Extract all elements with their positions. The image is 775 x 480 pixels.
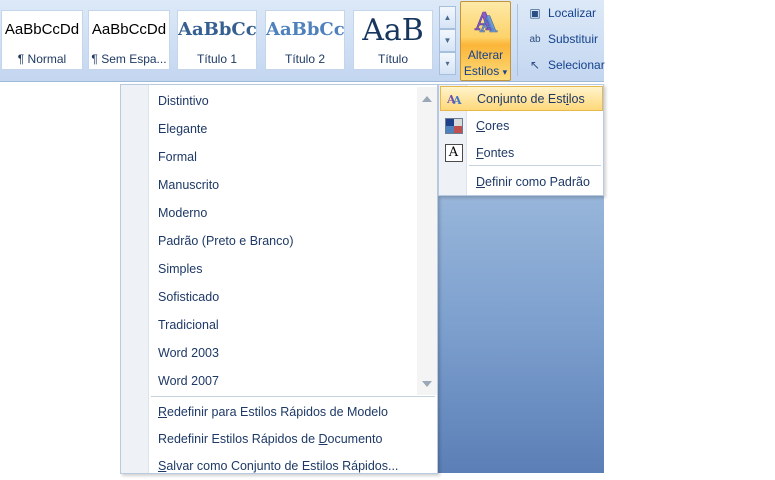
dropdown-arrow-icon: ▾ [502,67,508,77]
alterar-estilos-submenu: AA Conjunto de Estilos Cores A Fontes De… [438,84,604,196]
gallery-more-icon[interactable]: ▾ [439,52,456,75]
cursor-icon: ↖ [529,58,541,72]
alterar-label: Alterar [467,48,504,62]
colors-icon [440,113,467,138]
style-name: Título 1 [196,52,238,66]
menu-separator [151,396,435,397]
ribbon-separator [517,4,518,76]
fonts-icon: A [440,140,467,165]
localizar-button[interactable]: ▣ Localizar [526,3,596,23]
style-action-item[interactable]: Redefinir para Estilos Rápidos de Modelo [158,399,398,426]
quick-style-normal[interactable]: AaBbCcDd ¶ Normal [1,10,83,70]
style-set-list: Distintivo Elegante Formal Manuscrito Modern… [158,87,294,395]
menu-item-cores[interactable]: Cores [440,113,603,138]
style-sample: AaB [362,13,424,48]
scroll-down-icon[interactable] [422,381,432,387]
gallery-scroll: ▲ ▼ ▾ [439,6,456,76]
estilos-label: Estilos ▾ [463,64,508,78]
style-action-list: Redefinir para Estilos Rápidos de Modelo… [158,399,398,480]
ribbon: AaBbCcDd ¶ Normal AaBbCcDd ¶ Sem Espa...… [0,0,605,82]
svg-text:A: A [452,94,462,106]
menu-item-label: Fontes [476,145,515,160]
quick-style-titulo-2[interactable]: AaBbCc Título 2 [265,10,345,70]
style-sample: AaBbCc [178,19,257,40]
style-sample: AaBbCc [266,19,345,40]
gallery-down-icon[interactable]: ▼ [439,29,456,52]
style-action-item[interactable]: Salvar como Conjunto de Estilos Rápidos.… [158,453,398,480]
menu-scrollbar[interactable] [417,87,437,395]
style-name: ¶ Sem Espa... [91,52,167,66]
menu-item-definir-como-padrao[interactable]: Definir como Padrão [440,169,603,194]
menu-item-label: Cores [476,118,510,133]
binoculars-icon: ▣ [529,6,541,20]
style-set-item[interactable]: Sofisticado [158,283,294,311]
selecionar-label: Selecionar [548,58,605,72]
style-set-item[interactable]: Word 2007 [158,367,294,395]
style-name: ¶ Normal [17,52,67,66]
quick-style-sem-espacamento[interactable]: AaBbCcDd ¶ Sem Espa... [88,10,170,70]
change-styles-icon: A A [474,7,498,36]
menu-gutter [121,85,149,473]
alterar-estilos-button[interactable]: A A Alterar Estilos ▾ [460,1,511,81]
style-set-item[interactable]: Elegante [158,115,294,143]
scroll-up-icon[interactable] [422,96,432,102]
style-name: Título 2 [284,52,326,66]
style-set-item[interactable]: Formal [158,143,294,171]
menu-item-fontes[interactable]: A Fontes [440,140,603,165]
style-set-icon: AA [441,86,468,111]
menu-item-label: Definir como Padrão [476,174,590,189]
selecionar-button[interactable]: ↖ Selecionar [526,55,605,75]
localizar-label: Localizar [548,6,597,20]
style-name: Título [377,52,408,66]
style-action-item[interactable]: Redefinir Estilos Rápidos de Documento [158,426,398,453]
menu-item-conjunto-de-estilos[interactable]: AA Conjunto de Estilos [440,86,603,111]
style-set-menu: Distintivo Elegante Formal Manuscrito Modern… [120,84,438,474]
replace-icon: ab [529,33,541,45]
style-set-item[interactable]: Tradicional [158,311,294,339]
style-set-item[interactable]: Distintivo [158,87,294,115]
quick-style-titulo[interactable]: AaB Título [353,10,433,70]
style-sample: AaBbCcDd [4,21,80,38]
gallery-up-icon[interactable]: ▲ [439,6,456,29]
style-set-item[interactable]: Padrão (Preto e Branco) [158,227,294,255]
quick-style-titulo-1[interactable]: AaBbCc Título 1 [177,10,257,70]
substituir-label: Substituir [548,32,599,46]
style-set-item[interactable]: Moderno [158,199,294,227]
style-set-item[interactable]: Simples [158,255,294,283]
style-sample: AaBbCcDd [91,21,167,38]
style-set-item[interactable]: Manuscrito [158,171,294,199]
document-background [437,195,604,473]
svg-text:A: A [479,12,498,36]
menu-separator [469,165,601,166]
menu-item-label: Conjunto de Estilos [477,91,585,106]
style-set-item[interactable]: Word 2003 [158,339,294,367]
substituir-button[interactable]: ab Substituir [526,29,598,49]
